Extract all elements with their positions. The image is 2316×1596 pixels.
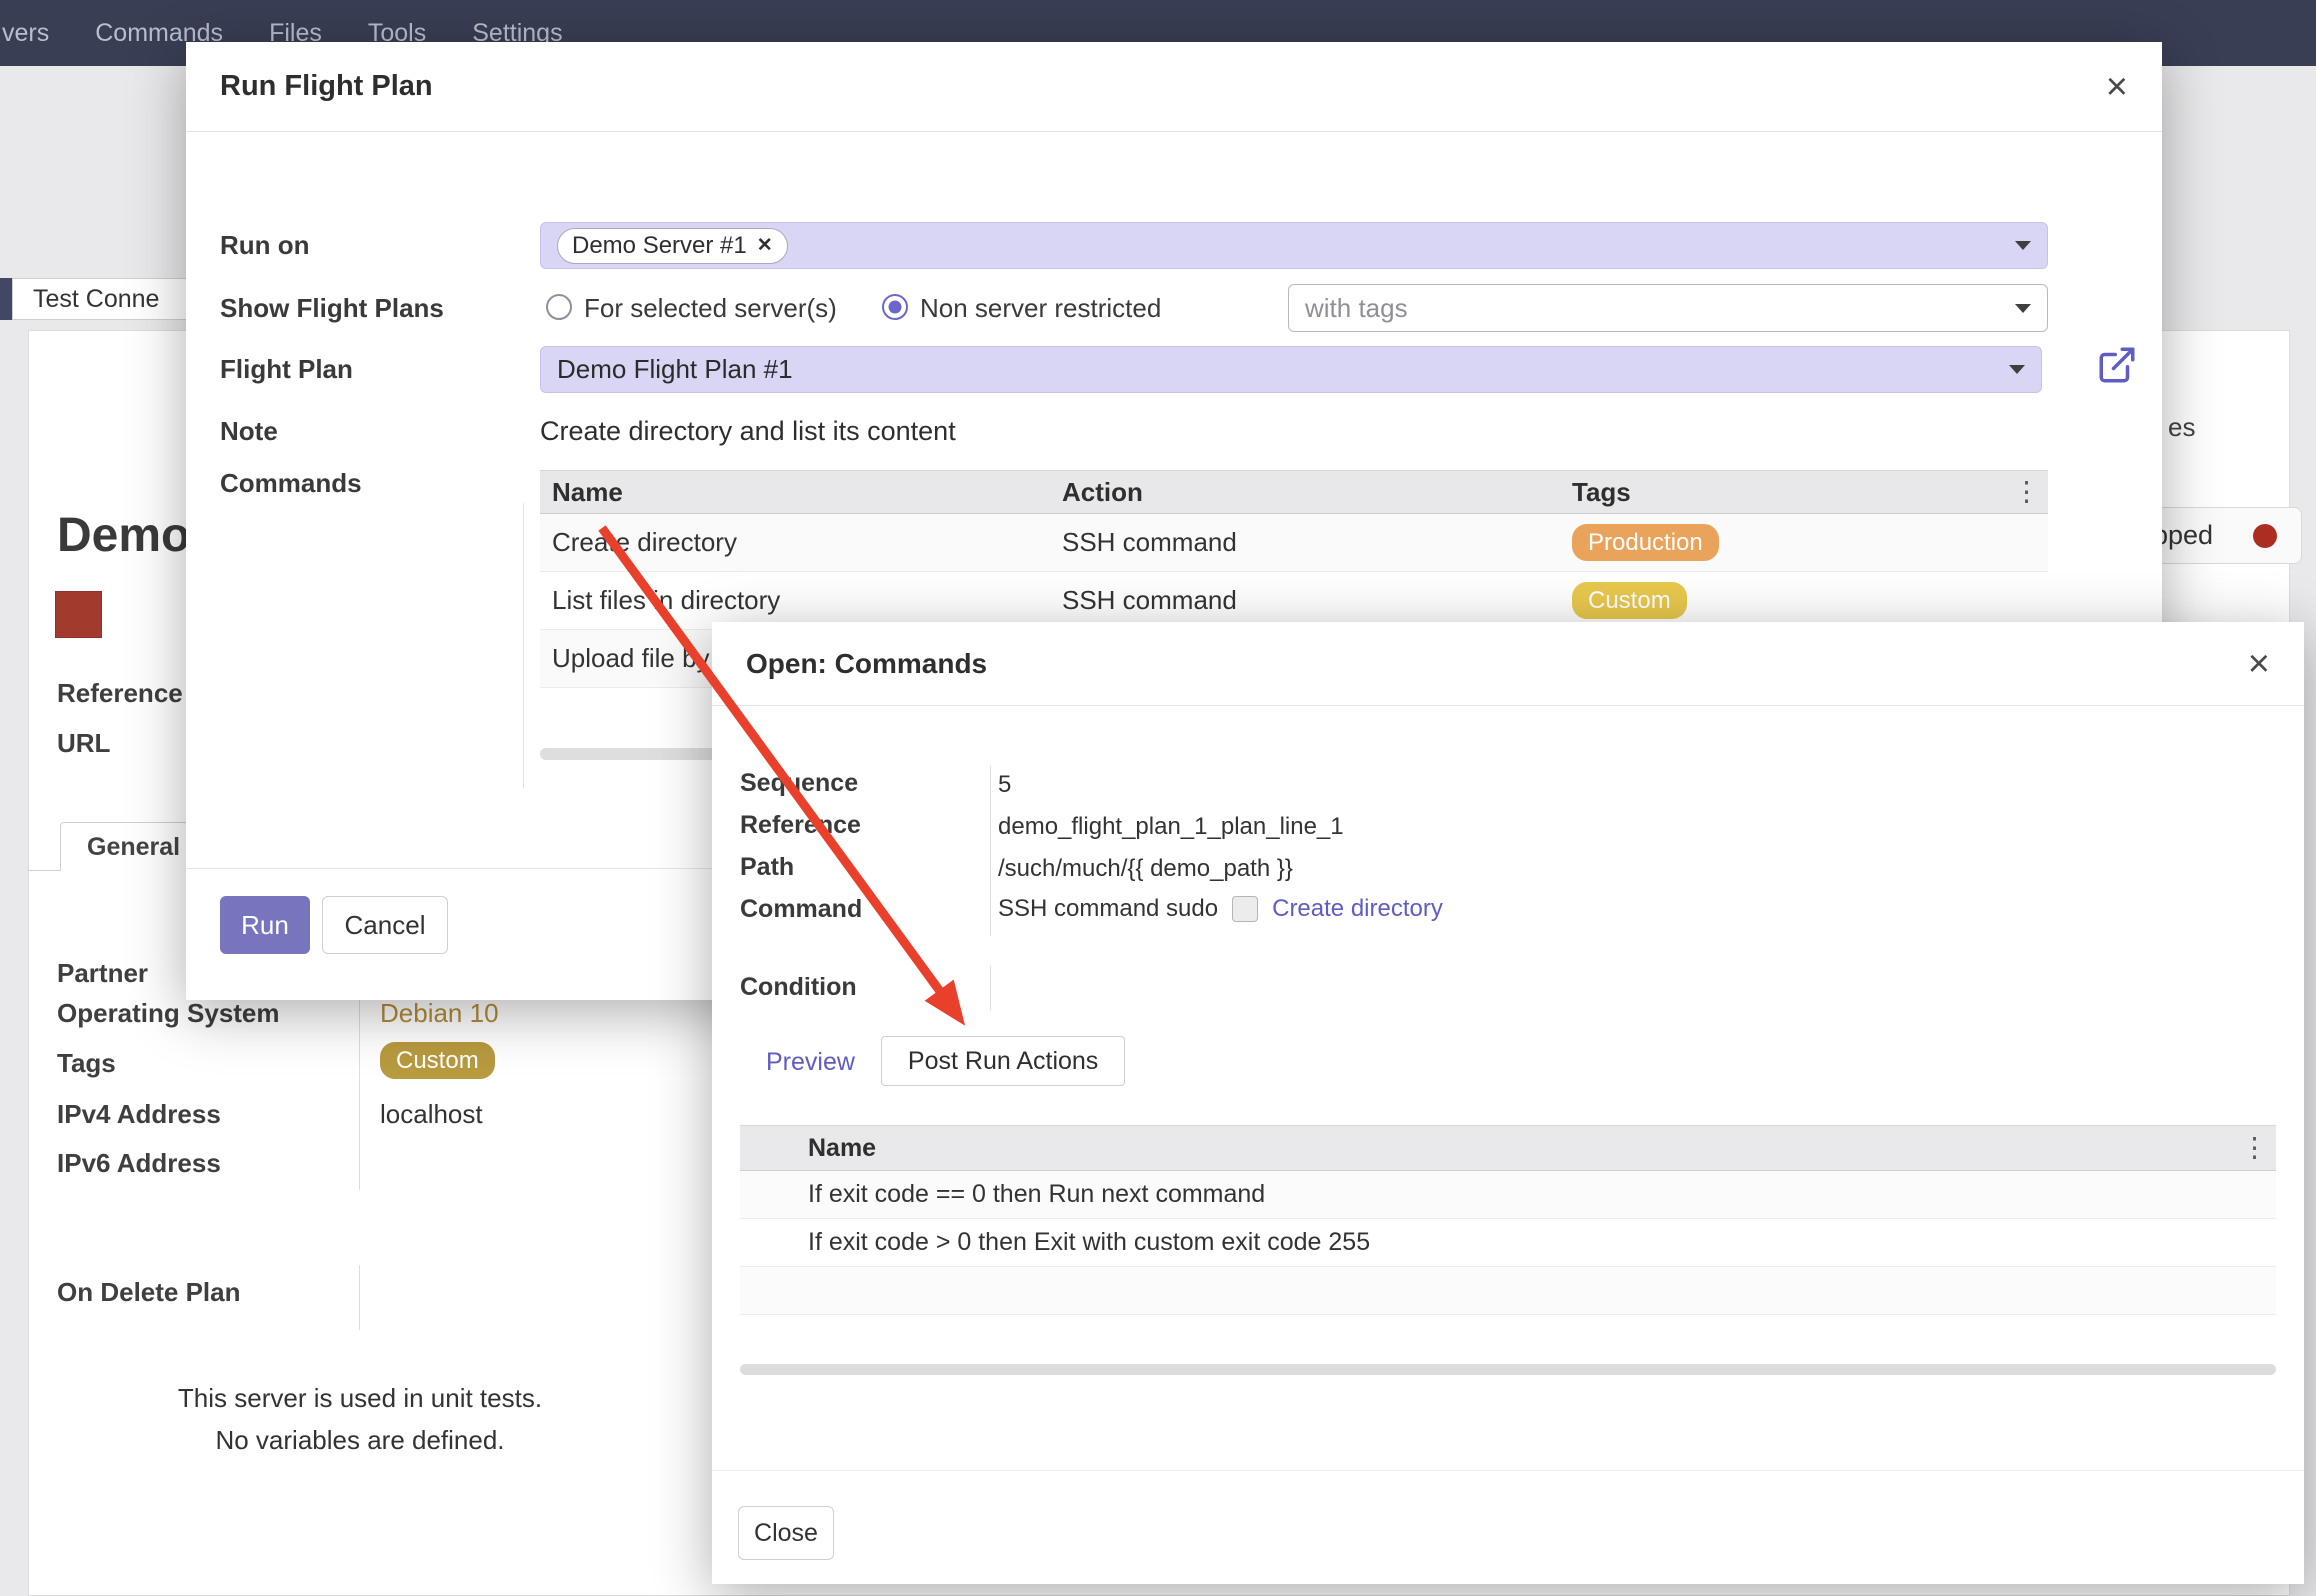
caret-down-icon[interactable] [2015,304,2031,313]
ipv4-label: IPv4 Address [57,1099,221,1130]
flight-plan-label: Flight Plan [220,346,353,393]
cancel-button[interactable]: Cancel [322,896,448,954]
tab-post-run-actions[interactable]: Post Run Actions [881,1036,1125,1086]
condition-label: Condition [740,972,857,1002]
show-flight-plans-label: Show Flight Plans [220,286,444,330]
tag-badge-custom: Custom [380,1042,495,1079]
reference-field-label: Reference [57,678,183,709]
cell-action: SSH command [1050,585,1560,616]
cell-action: SSH command [1050,527,1560,558]
chip-remove-icon[interactable]: ✕ [757,234,773,257]
reference-value: demo_flight_plan_1_plan_line_1 [998,812,1344,842]
close-icon[interactable]: × [2248,645,2270,683]
partner-label: Partner [57,958,148,989]
footer-divider [712,1470,2304,1471]
screen: vers Commands Files Tools Settings Test … [0,0,2316,1596]
command-label: Command [740,894,862,924]
commands-label: Commands [220,465,362,501]
close-icon[interactable]: × [2106,68,2128,106]
caret-down-icon [2015,241,2031,250]
path-label: Path [740,852,794,882]
radio-non-server-restricted[interactable] [882,294,908,320]
table-header-row: Name Action Tags ⋮ [540,470,2048,514]
dialog-header: Open: Commands × [712,622,2304,706]
path-value: /such/much/{{ demo_path }} [998,854,1293,884]
flight-plan-select[interactable]: Demo Flight Plan #1 [540,346,2042,393]
test-connection-button[interactable]: Test Conne [12,278,190,320]
label-column-separator [990,766,991,936]
run-button[interactable]: Run [220,896,310,954]
table-row[interactable]: If exit code > 0 then Exit with custom e… [740,1219,2276,1267]
right-panel-partial-text: es [2168,412,2195,443]
status-label: pped [2153,520,2213,551]
server-chip-label: Demo Server #1 [572,232,747,260]
notebook-tabs: Preview Post Run Actions [748,1036,1125,1086]
command-value-row: SSH command sudo Create directory [998,892,1443,926]
primary-button-edge[interactable] [0,278,12,320]
table-row[interactable]: If exit code == 0 then Run next command [740,1171,2276,1219]
cell-name: Create directory [540,527,1050,558]
server-chip: Demo Server #1 ✕ [557,228,788,264]
sequence-label: Sequence [740,768,858,798]
flight-plan-value: Demo Flight Plan #1 [557,354,793,385]
close-button[interactable]: Close [738,1506,834,1560]
caret-down-icon [2009,365,2025,374]
group-separator [523,503,524,788]
table-header-row: Name ⋮ [740,1125,2276,1171]
radio-non-server-restricted-label[interactable]: Non server restricted [920,286,1161,330]
page-title: Demo [57,508,190,563]
sequence-value: 5 [998,770,1011,800]
dialog-header: Run Flight Plan × [186,42,2162,132]
ipv6-label: IPv6 Address [57,1148,221,1179]
create-directory-link[interactable]: Create directory [1272,895,1443,923]
table-row-empty [740,1267,2276,1315]
url-field-label: URL [57,728,110,759]
radio-for-selected-servers-label[interactable]: For selected server(s) [584,286,837,330]
tag-badge-production: Production [1572,524,1719,561]
post-run-actions-table: Name ⋮ If exit code == 0 then Run next c… [740,1125,2276,1315]
radio-for-selected-servers[interactable] [546,294,572,320]
color-swatch[interactable] [55,591,102,638]
run-on-multiselect[interactable]: Demo Server #1 ✕ [540,222,2048,269]
cell-name: If exit code > 0 then Exit with custom e… [796,1228,1370,1257]
column-header-action[interactable]: Action [1050,477,1560,508]
command-value: SSH command sudo [998,895,1218,923]
horizontal-scrollbar[interactable] [540,748,720,760]
dialog-title: Open: Commands [746,648,987,680]
tag-badge-custom: Custom [1572,582,1687,619]
flight-plan-note: Create directory and list its content [540,413,956,449]
horizontal-scrollbar[interactable] [740,1364,2276,1375]
open-commands-dialog: Open: Commands × Sequence 5 Reference de… [712,622,2304,1584]
dialog-title: Run Flight Plan [220,70,433,103]
external-link-icon[interactable] [2096,344,2138,386]
tags-label: Tags [57,1048,116,1079]
field-column-separator [359,1265,360,1330]
reference-label: Reference [740,810,861,840]
unit-test-note: This server is used in unit tests. No va… [60,1377,660,1461]
tags-text-input[interactable] [1305,293,2015,324]
operating-system-label: Operating System [57,998,280,1029]
column-header-tags[interactable]: Tags [1560,477,2048,508]
create-directory-checkbox[interactable] [1232,896,1258,922]
cell-name: List files in directory [540,585,1050,616]
with-tags-filter[interactable] [1288,284,2048,332]
cell-name: If exit code == 0 then Run next command [796,1180,1265,1209]
ipv4-value: localhost [380,1099,483,1130]
table-row[interactable]: Create directory SSH command Production [540,514,2048,572]
note-label: Note [220,413,278,449]
operating-system-value-link[interactable]: Debian 10 [380,998,499,1029]
note-line-2: No variables are defined. [60,1419,660,1461]
column-header-name[interactable]: Name [796,1134,876,1163]
column-header-name[interactable]: Name [540,477,1050,508]
label-column-separator [990,966,991,1010]
column-options-icon[interactable]: ⋮ [2241,1133,2268,1164]
column-options-icon[interactable]: ⋮ [2013,477,2040,508]
note-line-1: This server is used in unit tests. [60,1377,660,1419]
run-on-label: Run on [220,222,310,269]
on-delete-plan-label: On Delete Plan [57,1277,241,1308]
status-stopped-dot [2253,524,2277,548]
tab-preview[interactable]: Preview [748,1038,873,1086]
